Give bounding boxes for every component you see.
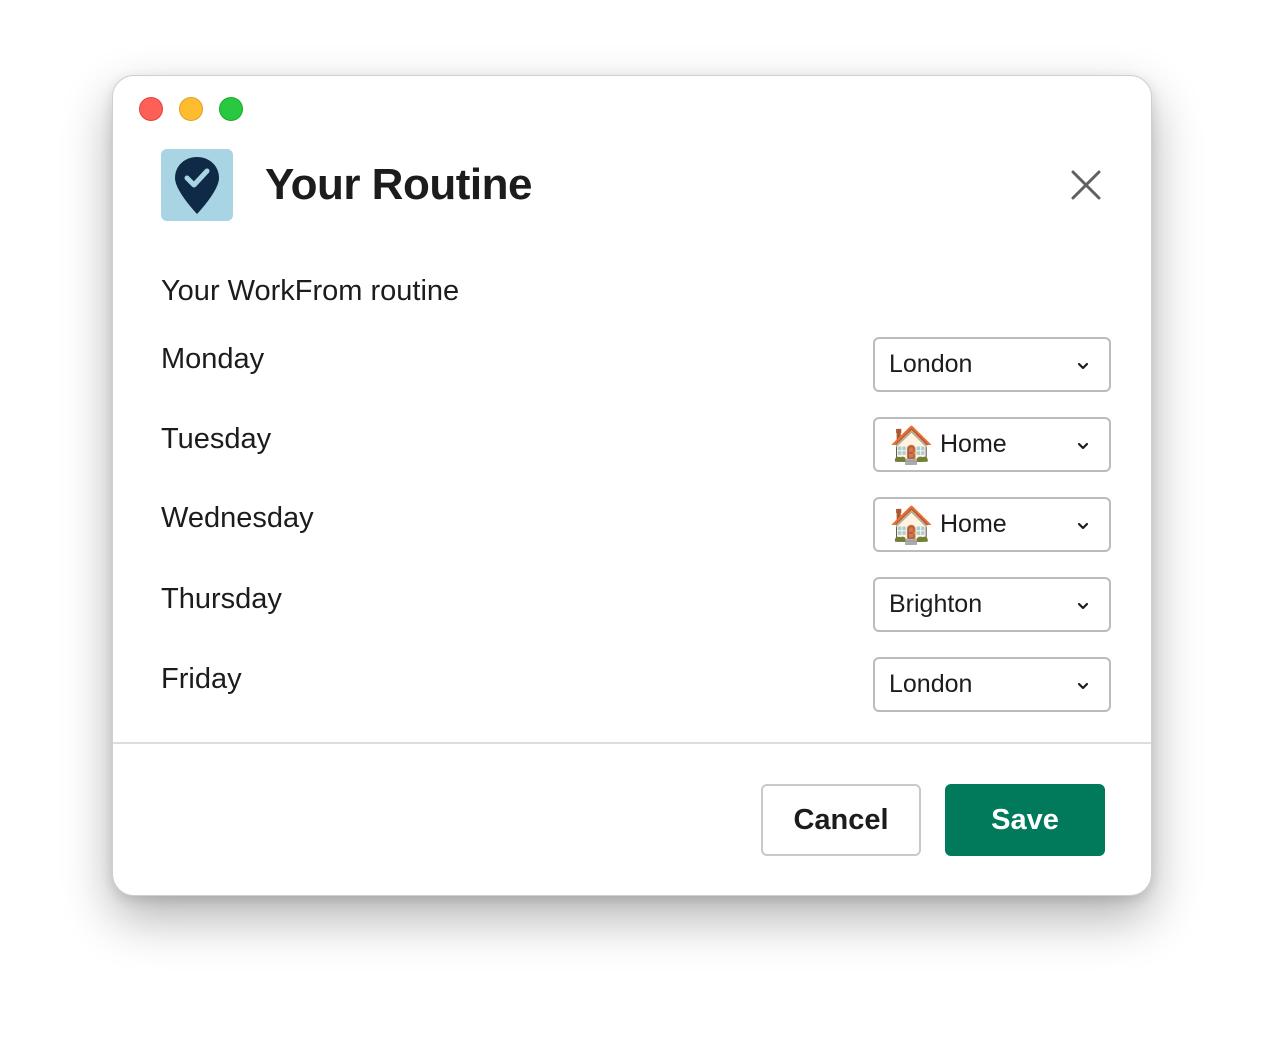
dialog-title: Your Routine [265,160,532,209]
chevron-down-icon [1077,602,1089,610]
day-label-monday: Monday [161,343,265,375]
close-icon[interactable] [1066,165,1106,205]
location-select-thursday[interactable]: Brighton [873,577,1111,632]
footer-divider [113,742,1151,744]
chevron-down-icon [1077,362,1089,370]
save-button[interactable]: Save [945,784,1105,856]
location-select-monday[interactable]: London [873,337,1111,392]
chevron-down-icon [1077,682,1089,690]
select-value: Brighton [889,590,983,618]
location-select-wednesday[interactable]: 🏠 Home [873,497,1111,552]
routine-subtitle: Your WorkFrom routine [161,275,460,307]
day-label-friday: Friday [161,663,242,695]
house-icon: 🏠 [889,424,934,465]
day-label-thursday: Thursday [161,583,282,615]
location-select-tuesday[interactable]: 🏠 Home [873,417,1111,472]
chevron-down-icon [1077,522,1089,530]
cancel-button[interactable]: Cancel [761,784,921,856]
select-value: London [889,350,973,378]
location-select-friday[interactable]: London [873,657,1111,712]
location-pin-check-icon [161,149,233,221]
day-label-wednesday: Wednesday [161,502,314,534]
select-value: London [889,670,973,698]
day-label-tuesday: Tuesday [161,423,272,455]
dialog-window: Your Routine Your WorkFrom routine Monda… [112,75,1152,896]
window-close-button[interactable] [139,97,163,121]
window-zoom-button[interactable] [219,97,243,121]
select-value: Home [940,430,1007,458]
window-minimize-button[interactable] [179,97,203,121]
house-icon: 🏠 [889,504,934,545]
chevron-down-icon [1077,442,1089,450]
select-value: Home [940,510,1007,538]
